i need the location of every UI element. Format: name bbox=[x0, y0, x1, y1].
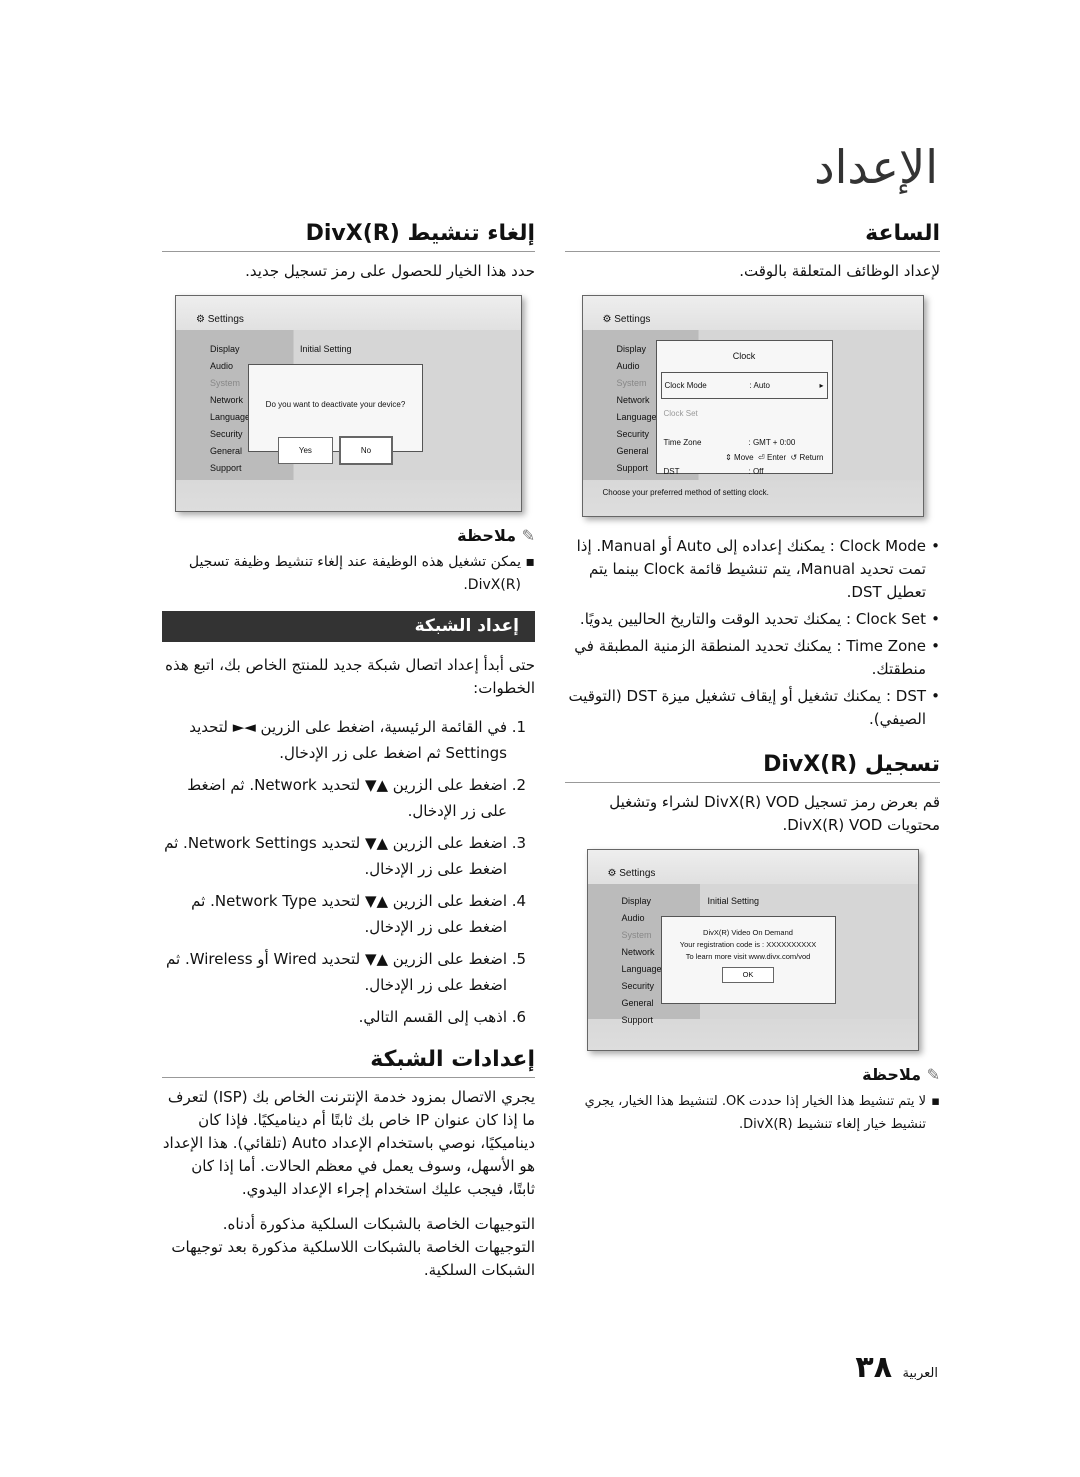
menu-item: Support bbox=[210, 463, 242, 473]
network-setup-heading: إعداد الشبكة bbox=[162, 611, 535, 642]
paragraph: التوجيهات الخاصة بالشبكات السلكية مذكورة… bbox=[171, 1215, 535, 1279]
note-heading: ✎ ملاحظة bbox=[565, 1063, 940, 1086]
pencil-icon: ✎ bbox=[521, 526, 535, 545]
yes-button[interactable]: Yes bbox=[277, 437, 333, 464]
divx-deactivation-intro: حدد هذا الخيار للحصول على رمز تسجيل جديد… bbox=[245, 262, 535, 280]
paragraph: يجري الاتصال بمزود خدمة الإنترنت الخاص ب… bbox=[162, 1088, 535, 1198]
dialog-title: Clock bbox=[732, 351, 756, 361]
divx-registration-heading: تسجيل DivX(R) bbox=[565, 753, 940, 783]
screen-header: Settings bbox=[207, 314, 244, 325]
divx-deactivation-heading: إلغاء تنشيط DivX(R) bbox=[162, 222, 535, 252]
nav-return: Return bbox=[799, 453, 824, 462]
network-settings-heading: إعدادات الشبكة bbox=[162, 1048, 535, 1078]
list-item: Time Zone : يمكنك تحديد المنطقة الزمنية … bbox=[565, 635, 940, 681]
gear-icon: ⚙ bbox=[607, 868, 617, 879]
clock-heading: الساعة bbox=[565, 222, 940, 252]
screen-header: Settings bbox=[614, 314, 651, 325]
divx-deactivation-screenshot: ⚙ Settings Display Audio System Network … bbox=[175, 295, 522, 512]
divx-registration-intro: قم بعرض رمز تسجيل DivX(R) VOD لشراء وتشغ… bbox=[609, 793, 940, 834]
dialog-question: Do you want to deactivate your device? bbox=[265, 400, 406, 409]
nav-move: Move bbox=[734, 453, 754, 462]
list-item: Clock Set : يمكنك تحديد الوقت والتاريخ ا… bbox=[565, 608, 940, 631]
left-column: إلغاء تنشيط DivX(R) حدد هذا الخيار للحصو… bbox=[162, 222, 535, 1288]
note-label: ملاحظة bbox=[457, 526, 517, 545]
nav-hints: ⇕ Move ⏎ Enter ↺ Return bbox=[725, 453, 824, 462]
clock-mode-row: Clock Mode : Auto ▸ bbox=[660, 372, 828, 399]
gear-icon: ⚙ bbox=[196, 314, 205, 325]
step-item: اضغط على الزرين ▲▼ لتحديد Network Settin… bbox=[162, 830, 507, 882]
arrow-right-icon: ▸ bbox=[819, 381, 824, 390]
clock-bullets: Clock Mode : يمكنك إعداده إلى Auto أو Ma… bbox=[565, 535, 940, 731]
list-item: DST : يمكنك تشغيل أو إيقاف تشغيل ميزة DS… bbox=[565, 685, 940, 731]
ok-button[interactable]: OK bbox=[721, 967, 775, 983]
deactivate-dialog: Do you want to deactivate your device? Y… bbox=[248, 364, 423, 465]
row-label: Clock Mode bbox=[664, 381, 707, 390]
list-item: لا يتم تنشيط هذا الخيار إذا حددت OK. لتن… bbox=[565, 1090, 940, 1136]
clock-screenshot: ⚙ Settings Display Audio System Network … bbox=[581, 295, 924, 517]
list-item: يمكن تشغيل هذه الوظيفة عند إلغاء تنشيط و… bbox=[162, 551, 535, 597]
step-item: اضغط على الزرين ▲▼ لتحديد Wired أو Wirel… bbox=[162, 946, 507, 998]
row-value: : Auto bbox=[749, 381, 770, 390]
right-column: الساعة لإعداد الوظائف المتعلقة بالوقت. ⚙… bbox=[565, 222, 940, 1140]
pencil-icon: ✎ bbox=[926, 1065, 940, 1084]
manual-page: الإعداد الساعة لإعداد الوظائف المتعلقة ب… bbox=[0, 0, 1080, 1477]
footer-language: العربية bbox=[902, 1366, 938, 1381]
note-label: ملاحظة bbox=[862, 1065, 922, 1084]
divx-dialog: DivX(R) Video On Demand Your registratio… bbox=[660, 916, 836, 1004]
gear-icon: ⚙ bbox=[602, 314, 612, 325]
dialog-line: DivX(R) Video On Demand bbox=[703, 928, 793, 937]
screen-footer: Choose your preferred method of setting … bbox=[602, 488, 769, 497]
page-footer: العربية ٣٨ bbox=[855, 1350, 938, 1385]
network-setup-steps: في القائمة الرئيسية، اضغط على الزرين ◄► … bbox=[162, 714, 535, 1030]
page-number: ٣٨ bbox=[855, 1350, 893, 1385]
menu-item: Support bbox=[621, 1015, 654, 1025]
dialog-line: To learn more visit www.divx.com/vod bbox=[685, 952, 811, 961]
network-setup-intro: حتى أبدأ إعداد اتصال شبكة جديد للمنتج ال… bbox=[165, 656, 535, 697]
list-item: Clock Mode : يمكنك إعداده إلى Auto أو Ma… bbox=[565, 535, 940, 604]
menu-item: Support bbox=[616, 463, 649, 473]
menu-content: Initial Setting bbox=[707, 896, 760, 906]
dialog-line: Your registration code is : XXXXXXXXXX bbox=[679, 940, 817, 949]
step-item: اضغط على الزرين ▲▼ لتحديد Network. ثم اض… bbox=[162, 772, 507, 824]
menu-content: Initial Setting bbox=[300, 344, 352, 354]
clock-intro: لإعداد الوظائف المتعلقة بالوقت. bbox=[739, 262, 940, 280]
clock-dialog: Clock Clock Mode: Auto ▸ Clock Set Time Z… bbox=[655, 340, 833, 476]
divx-deactivation-notes: يمكن تشغيل هذه الوظيفة عند إلغاء تنشيط و… bbox=[162, 551, 535, 597]
step-item: في القائمة الرئيسية، اضغط على الزرين ◄► … bbox=[162, 714, 507, 766]
clock-set-row: Clock Set bbox=[663, 409, 698, 418]
screen-header: Settings bbox=[619, 868, 656, 879]
note-heading: ✎ ملاحظة bbox=[162, 524, 535, 547]
step-item: اضغط على الزرين ▲▼ لتحديد Network Type. … bbox=[162, 888, 507, 940]
page-title: الإعداد bbox=[814, 140, 938, 194]
step-item: اذهب إلى القسم التالي. bbox=[162, 1004, 507, 1030]
no-button[interactable]: No bbox=[338, 436, 394, 465]
divx-notes: لا يتم تنشيط هذا الخيار إذا حددت OK. لتن… bbox=[565, 1090, 940, 1136]
divx-registration-screenshot: ⚙ Settings Display Audio System Network … bbox=[586, 849, 919, 1051]
nav-enter: Enter bbox=[766, 453, 787, 462]
